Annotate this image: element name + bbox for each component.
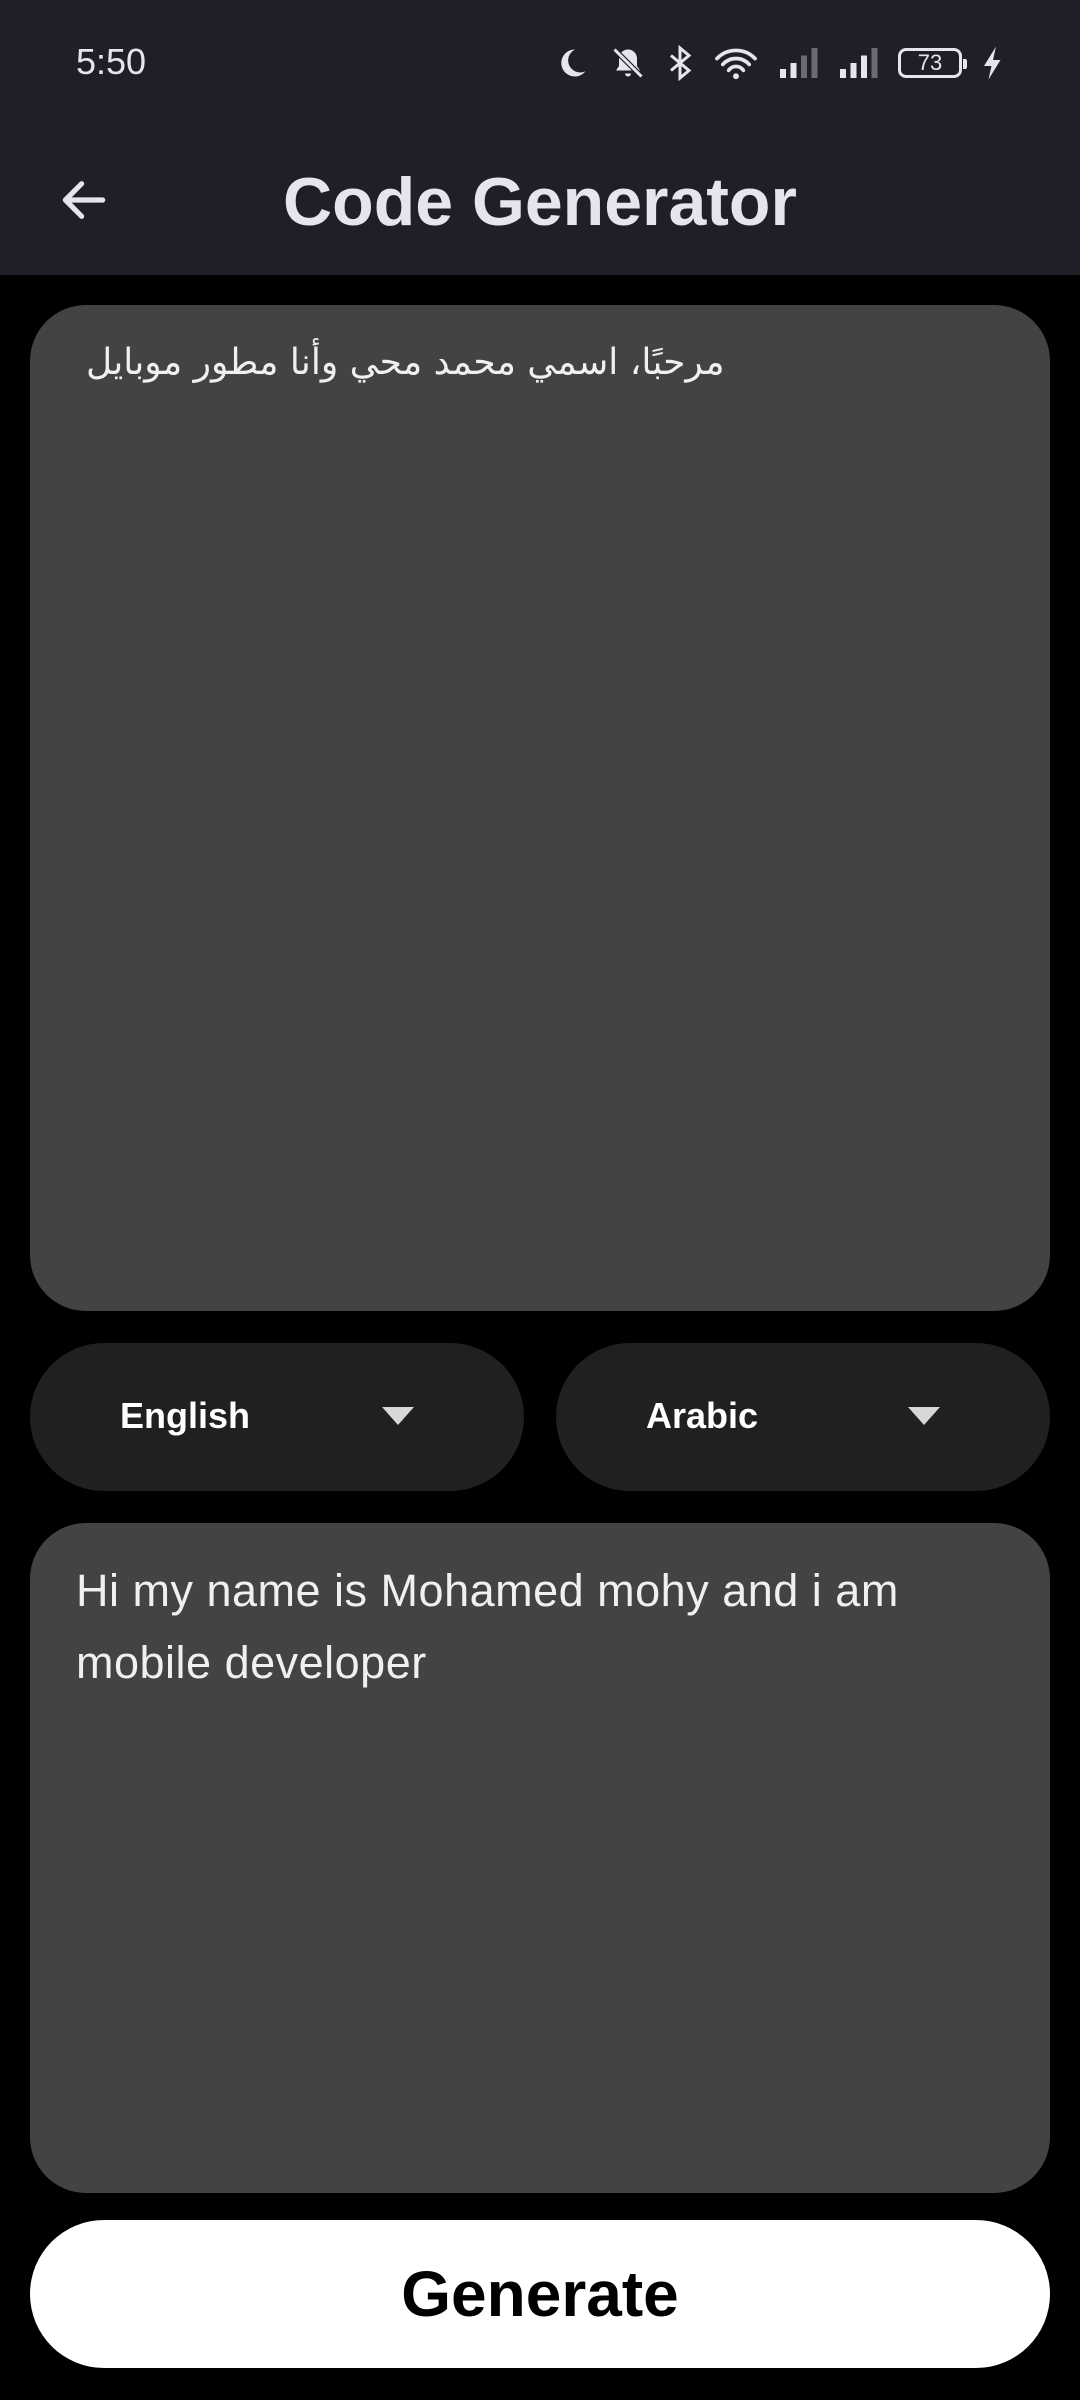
signal-icon [778,45,818,81]
app-bar: Code Generator [0,120,1080,275]
caret-down-icon [908,1407,940,1425]
generate-button[interactable]: Generate [30,2220,1050,2368]
wifi-icon [714,45,758,81]
charging-icon [982,45,1004,81]
status-time: 5:50 [76,41,147,82]
moon-icon [554,45,590,81]
output-text: Hi my name is Mohamed mohy and i am mobi… [76,1565,899,1688]
bell-off-icon [610,45,646,81]
page-title: Code Generator [283,164,797,240]
bluetooth-icon [666,45,694,81]
target-language-dropdown[interactable]: Arabic [556,1343,1050,1491]
source-text-input[interactable]: مرحبًا، اسمي محمد محي وأنا مطور موبايل [30,305,1050,1311]
caret-down-icon [382,1407,414,1425]
status-icons: 73 [554,38,1004,88]
source-text: مرحبًا، اسمي محمد محي وأنا مطور موبايل [86,342,725,383]
signal-icon [838,45,878,81]
source-language-dropdown[interactable]: English [30,1343,524,1491]
battery-icon: 73 [898,48,967,78]
status-bar: 5:50 73 [0,0,1080,120]
source-language-label: English [120,1395,251,1436]
target-language-label: Arabic [646,1395,759,1436]
battery-level: 73 [917,50,943,75]
generate-button-label: Generate [401,2258,679,2330]
output-text-field[interactable]: Hi my name is Mohamed mohy and i am mobi… [30,1523,1050,2193]
